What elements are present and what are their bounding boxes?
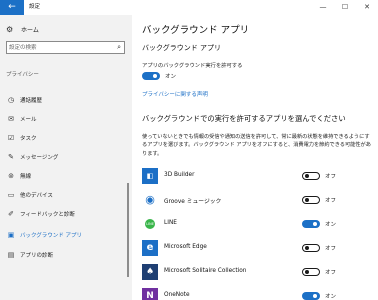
- maximize-button[interactable]: ☐: [334, 0, 356, 15]
- back-arrow-icon: ←: [8, 2, 16, 12]
- minimize-button[interactable]: —: [312, 0, 334, 15]
- search-input[interactable]: [9, 43, 109, 52]
- toggle-knob: [305, 269, 309, 274]
- title-bar: ← 設定 — ☐ ✕: [0, 0, 378, 15]
- description-text: 使っていないときでも情報の受信や通知の送信を許可して、常に最新の状態を維持できる…: [142, 134, 371, 157]
- sidebar-item-label: 無線: [20, 174, 32, 180]
- allow-background-toggle[interactable]: [142, 72, 160, 80]
- groove-music-icon: ◉: [142, 192, 158, 208]
- app-toggle[interactable]: [302, 292, 320, 300]
- toggle-state-label: オフ: [325, 174, 337, 180]
- tasks-icon: ☑: [7, 134, 15, 142]
- window-title: 設定: [29, 4, 41, 10]
- sidebar-section-label: プライバシー: [6, 72, 39, 78]
- app-toggle[interactable]: [302, 220, 320, 228]
- back-button[interactable]: ←: [0, 0, 24, 15]
- section-heading: バックグラウンド アプリ: [142, 44, 221, 52]
- app-row-microsoft-edge: e Microsoft Edge オフ: [142, 239, 378, 259]
- toggle-knob: [313, 222, 317, 226]
- sidebar-item-label: バックグラウンド アプリ: [20, 233, 83, 239]
- sidebar-item-other-devices[interactable]: ▭ 他のデバイス: [0, 186, 132, 204]
- app-toggle[interactable]: [302, 244, 320, 252]
- solitaire-icon: ♠: [142, 264, 158, 280]
- app-name: Microsoft Edge: [164, 244, 207, 250]
- radios-icon: ⊚: [8, 172, 14, 180]
- app-toggle[interactable]: [302, 196, 320, 204]
- app-row-3d-builder: ◧ 3D Builder オフ: [142, 167, 378, 187]
- toggle-state-label: オン: [325, 222, 337, 228]
- sidebar-item-label: アプリの診断: [20, 253, 54, 259]
- sidebar-scrollbar[interactable]: [127, 183, 129, 277]
- toggle-state-label: オン: [165, 74, 177, 80]
- app-row-solitaire: ♠ Microsoft Solitaire Collection オフ: [142, 263, 378, 283]
- privacy-statement-link[interactable]: プライバシーに関する声明: [142, 90, 208, 98]
- sidebar: ⚙ ホーム ⌕ プライバシー ◷ 通話履歴 ✉ メール ☑ タスク ✎ メッセー…: [0, 15, 132, 300]
- toggle-knob: [305, 245, 309, 250]
- app-name: OneNote: [164, 292, 190, 298]
- background-apps-icon: ▣: [7, 231, 15, 239]
- app-row-onenote: N OneNote オン: [142, 287, 378, 300]
- sidebar-item-tasks[interactable]: ☑ タスク: [0, 129, 132, 147]
- toggle-knob: [153, 74, 157, 78]
- app-toggle[interactable]: [302, 268, 320, 276]
- onenote-icon: N: [142, 288, 158, 300]
- app-row-groove-music: ◉ Groove ミュージック オフ: [142, 191, 378, 211]
- app-toggle[interactable]: [302, 172, 320, 180]
- main-content: バックグラウンド アプリ バックグラウンド アプリ アプリのバックグラウンド実行…: [132, 15, 378, 300]
- close-button[interactable]: ✕: [356, 0, 378, 15]
- sidebar-item-label: メール: [20, 117, 37, 123]
- app-name: Microsoft Solitaire Collection: [164, 268, 247, 274]
- call-history-icon: ◷: [7, 96, 15, 104]
- app-name: 3D Builder: [164, 172, 195, 178]
- app-name: LINE: [164, 220, 177, 226]
- toggle-state-label: オフ: [325, 198, 337, 204]
- app-diagnostics-icon: ▤: [7, 251, 15, 259]
- sidebar-item-feedback[interactable]: ✐ フィードバックと診断: [0, 205, 132, 223]
- sidebar-item-radios[interactable]: ⊚ 無線: [0, 167, 132, 185]
- mail-icon: ✉: [8, 115, 14, 123]
- edge-icon: e: [142, 240, 158, 256]
- toggle-knob: [313, 294, 317, 298]
- search-icon[interactable]: ⌕: [117, 43, 121, 52]
- sidebar-item-label: フィードバックと診断: [20, 212, 75, 218]
- devices-icon: ▭: [7, 191, 15, 199]
- toggle-state-label: オン: [325, 294, 337, 300]
- toggle-knob: [305, 173, 309, 178]
- messaging-icon: ✎: [8, 153, 14, 161]
- app-name: Groove ミュージック: [164, 199, 222, 205]
- sidebar-home[interactable]: ⚙ ホーム: [6, 24, 126, 36]
- sidebar-item-mail[interactable]: ✉ メール: [0, 110, 132, 128]
- feedback-icon: ✐: [8, 210, 14, 218]
- app-row-line: LINE LINE オン: [142, 215, 378, 235]
- sidebar-item-background-apps[interactable]: ▣ バックグラウンド アプリ: [0, 226, 132, 244]
- page-title: バックグラウンド アプリ: [142, 25, 250, 36]
- line-logo: LINE: [145, 219, 155, 229]
- line-app-icon: LINE: [142, 216, 158, 232]
- sidebar-item-label: メッセージング: [20, 155, 59, 161]
- sidebar-item-label: 他のデバイス: [20, 193, 53, 199]
- sidebar-item-label: タスク: [20, 136, 37, 142]
- choose-apps-heading: バックグラウンドでの実行を許可するアプリを選んでください: [142, 114, 346, 123]
- sidebar-item-messaging[interactable]: ✎ メッセージング: [0, 148, 132, 166]
- sidebar-home-label: ホーム: [21, 27, 39, 34]
- sidebar-item-label: 通話履歴: [20, 98, 43, 104]
- sidebar-item-app-diagnostics[interactable]: ▤ アプリの診断: [0, 246, 132, 264]
- 3d-builder-icon: ◧: [142, 168, 158, 184]
- toggle-knob: [305, 197, 309, 202]
- toggle-state-label: オフ: [325, 270, 337, 276]
- sidebar-item-call-history[interactable]: ◷ 通話履歴: [0, 91, 132, 109]
- search-box: ⌕: [6, 41, 125, 54]
- gear-icon: ⚙: [6, 25, 14, 34]
- toggle-state-label: オフ: [325, 246, 337, 252]
- allow-background-label: アプリのバックグラウンド実行を許可する: [142, 63, 243, 69]
